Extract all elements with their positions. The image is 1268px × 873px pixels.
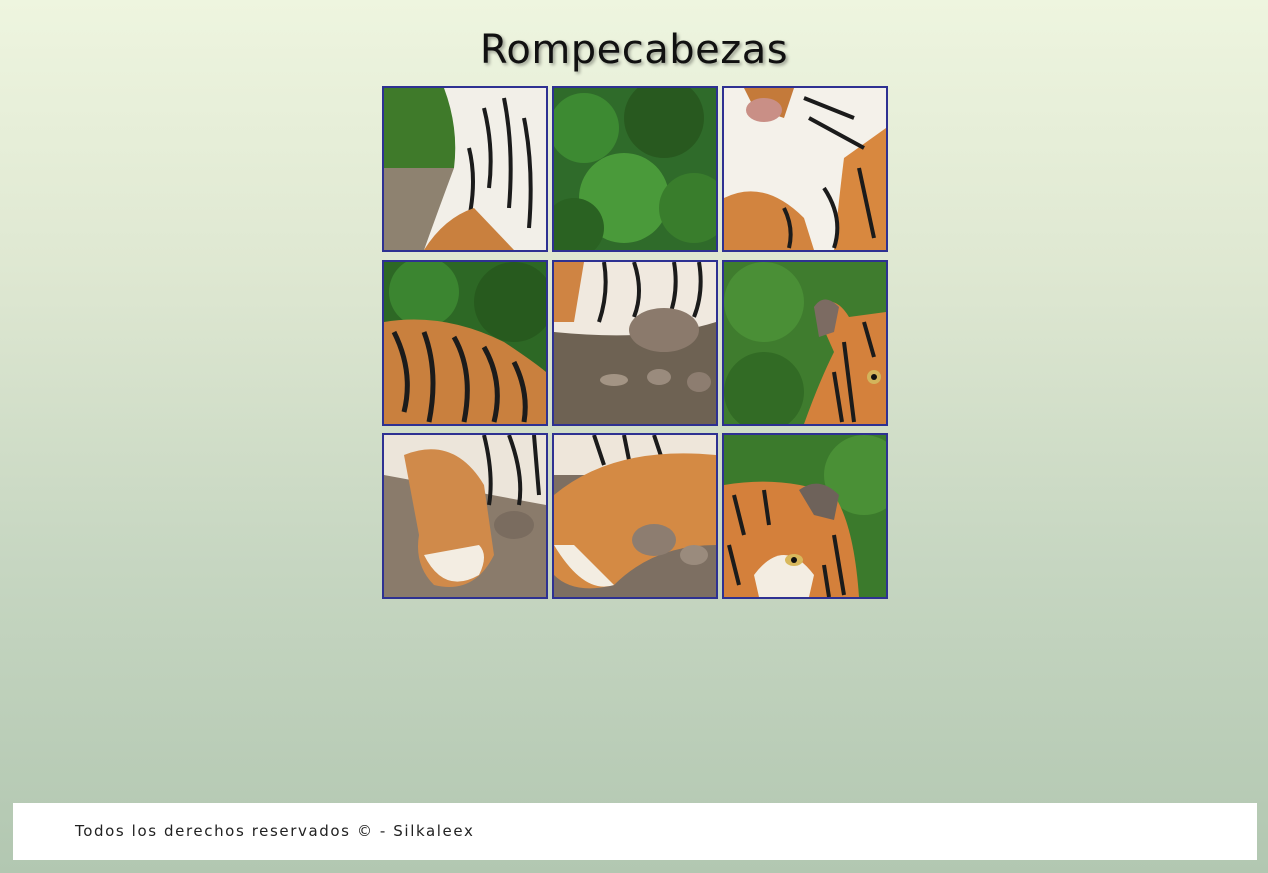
puzzle-tile-4[interactable] [382, 260, 548, 426]
puzzle-tile-6[interactable] [722, 260, 888, 426]
page-title: Rompecabezas [479, 27, 789, 73]
tile-9-image [724, 435, 886, 597]
footer: Todos los derechos reservados © - Silkal… [13, 803, 1257, 860]
tile-8-image [554, 435, 716, 597]
tile-1-image [384, 88, 546, 250]
puzzle-tile-1[interactable] [382, 86, 548, 252]
tile-6-image [724, 262, 886, 424]
puzzle-board [382, 86, 888, 599]
puzzle-tile-7[interactable] [382, 433, 548, 599]
puzzle-tile-5[interactable] [552, 260, 718, 426]
tile-5-image [554, 262, 716, 424]
footer-copyright: Todos los derechos reservados © - Silkal… [75, 822, 475, 840]
puzzle-tile-2[interactable] [552, 86, 718, 252]
puzzle-tile-3[interactable] [722, 86, 888, 252]
tile-7-image [384, 435, 546, 597]
puzzle-tile-8[interactable] [552, 433, 718, 599]
puzzle-tile-9[interactable] [722, 433, 888, 599]
tile-4-image [384, 262, 546, 424]
tile-3-image [724, 88, 886, 250]
tile-2-image [554, 88, 716, 250]
